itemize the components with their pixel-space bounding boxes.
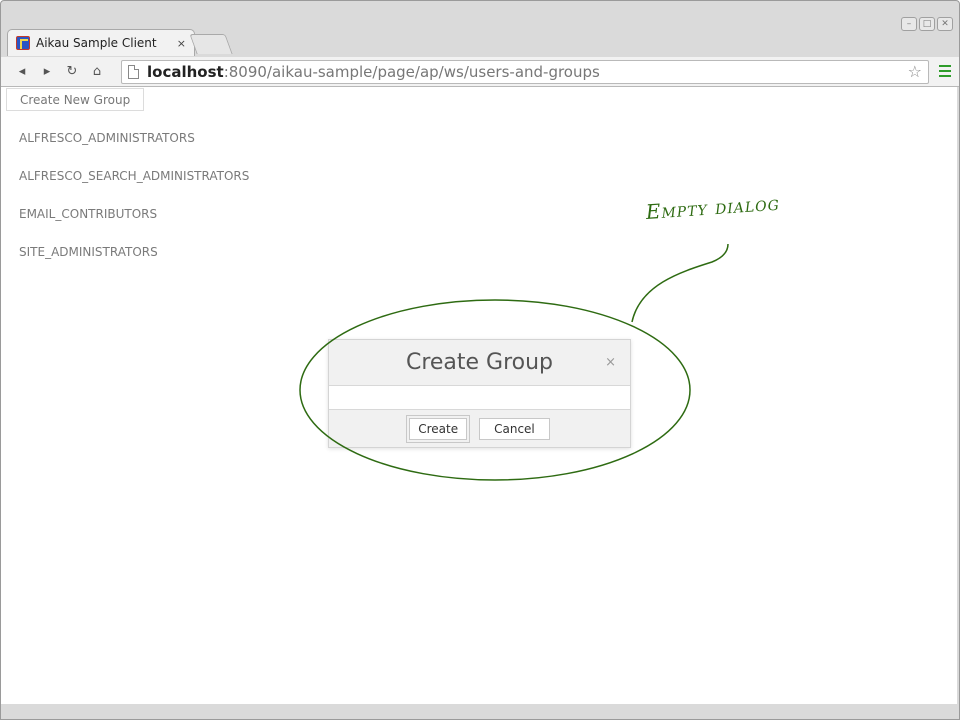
aikau-favicon-icon xyxy=(16,36,30,50)
create-button[interactable]: Create xyxy=(406,414,471,443)
address-bar[interactable]: localhost :8090/aikau-sample/page/ap/ws/… xyxy=(121,60,929,84)
dialog-body xyxy=(329,386,630,409)
list-item[interactable]: ALFRESCO_ADMINISTRATORS xyxy=(19,131,249,169)
page-icon xyxy=(128,65,139,79)
tab-title: Aikau Sample Client xyxy=(36,36,157,50)
forward-icon[interactable]: ▸ xyxy=(36,61,58,83)
back-icon[interactable]: ◂ xyxy=(11,61,33,83)
reload-icon[interactable]: ↻ xyxy=(61,61,83,83)
list-item[interactable]: SITE_ADMINISTRATORS xyxy=(19,245,249,283)
dialog-header: Create Group × xyxy=(329,340,630,386)
new-tab-button[interactable] xyxy=(189,34,233,54)
dialog-footer: Create Cancel xyxy=(329,409,630,447)
list-item[interactable]: EMAIL_CONTRIBUTORS xyxy=(19,207,249,245)
page-viewport: Create New Group ALFRESCO_ADMINISTRATORS… xyxy=(1,87,957,704)
url-host: localhost xyxy=(147,63,224,81)
browser-tab[interactable]: Aikau Sample Client × xyxy=(7,29,195,56)
url-path: :8090/aikau-sample/page/ap/ws/users-and-… xyxy=(223,63,600,81)
window-controls: – □ ✕ xyxy=(901,17,953,31)
cancel-button[interactable]: Cancel xyxy=(479,417,550,440)
home-icon[interactable]: ⌂ xyxy=(86,61,108,83)
tab-close-icon[interactable]: × xyxy=(171,37,186,50)
minimize-button[interactable]: – xyxy=(901,17,917,31)
browser-menu-icon[interactable] xyxy=(939,65,951,77)
create-new-group-button[interactable]: Create New Group xyxy=(6,88,145,111)
list-item[interactable]: ALFRESCO_SEARCH_ADMINISTRATORS xyxy=(19,169,249,207)
create-group-dialog: Create Group × Create Cancel xyxy=(328,339,631,448)
title-bar: Aikau Sample Client × – □ ✕ xyxy=(1,1,959,59)
browser-toolbar: ◂ ▸ ↻ ⌂ localhost :8090/aikau-sample/pag… xyxy=(1,57,959,87)
group-list: ALFRESCO_ADMINISTRATORS ALFRESCO_SEARCH_… xyxy=(19,131,249,283)
maximize-button[interactable]: □ xyxy=(919,17,935,31)
dialog-title: Create Group xyxy=(405,350,554,375)
close-icon[interactable]: × xyxy=(605,355,616,370)
close-window-button[interactable]: ✕ xyxy=(937,17,953,31)
bookmark-star-icon[interactable]: ☆ xyxy=(908,62,922,81)
